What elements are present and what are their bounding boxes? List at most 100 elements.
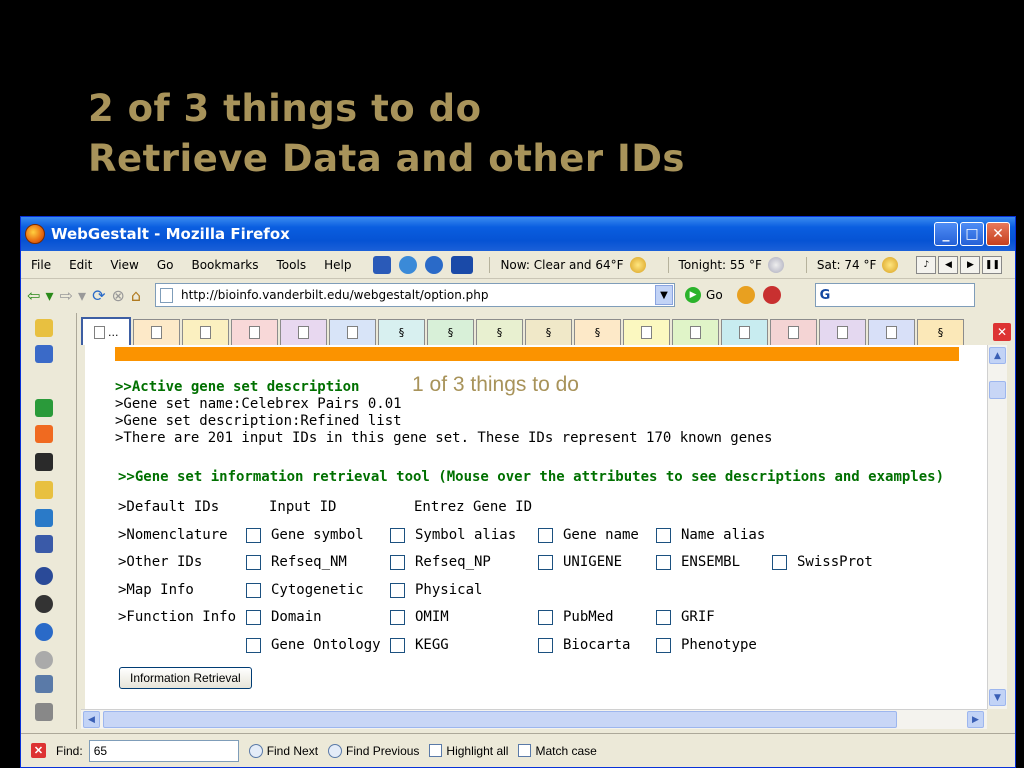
google-search-box[interactable]: G — [814, 283, 975, 307]
network-icon[interactable] — [425, 255, 444, 274]
close-button[interactable]: ✕ — [986, 222, 1010, 246]
kegg-option[interactable]: KEGG — [390, 637, 449, 653]
checkbox[interactable] — [538, 609, 553, 625]
domain-option[interactable]: Domain — [246, 609, 322, 625]
tab[interactable]: § — [574, 319, 621, 345]
name-alias-option[interactable]: Name alias — [656, 527, 765, 543]
book-icon[interactable] — [35, 675, 53, 693]
symbol-alias-option[interactable]: Symbol alias — [390, 527, 516, 543]
info-icon[interactable] — [35, 623, 53, 641]
checkbox[interactable] — [246, 582, 261, 598]
checkbox[interactable] — [246, 637, 261, 653]
scroll-thumb[interactable] — [989, 381, 1006, 399]
tab[interactable]: § — [476, 319, 523, 345]
horizontal-scrollbar[interactable]: ◀ ▶ — [81, 709, 987, 729]
go-button[interactable]: ▶ Go — [685, 287, 723, 303]
menu-tools[interactable]: Tools — [277, 258, 307, 272]
ensembl-option[interactable]: ENSEMBL — [656, 554, 740, 570]
physical-option[interactable]: Physical — [390, 582, 482, 598]
scroll-right-icon[interactable]: ▶ — [967, 711, 984, 728]
refseq-nm-option[interactable]: Refseq_NM — [246, 554, 347, 570]
unigene-option[interactable]: UNIGENE — [538, 554, 622, 570]
tab[interactable] — [231, 319, 278, 345]
horizontal-scroll-thumb[interactable] — [103, 711, 897, 728]
checkbox[interactable] — [390, 582, 405, 598]
reload-icon[interactable]: ⟳ — [92, 286, 105, 305]
tab[interactable] — [329, 319, 376, 345]
tab[interactable]: § — [917, 319, 964, 345]
scroll-down-icon[interactable]: ▼ — [989, 689, 1006, 706]
weather-tonight[interactable]: Tonight: 55 °F — [667, 256, 794, 273]
skype-icon[interactable] — [35, 509, 53, 527]
menu-bookmarks[interactable]: Bookmarks — [191, 258, 258, 272]
home-icon[interactable]: ⌂ — [131, 286, 141, 305]
window-icon[interactable] — [35, 535, 53, 553]
weather-now[interactable]: Now: Clear and 64°F — [489, 256, 655, 273]
eraser-icon[interactable] — [35, 703, 53, 721]
tab[interactable] — [868, 319, 915, 345]
url-dropdown-icon[interactable]: ▼ — [655, 285, 674, 305]
menu-go[interactable]: Go — [157, 258, 174, 272]
checkbox[interactable] — [246, 527, 261, 543]
play-icon[interactable]: ▶ — [960, 255, 981, 274]
scroll-left-icon[interactable]: ◀ — [83, 711, 100, 728]
match-case-option[interactable]: Match case — [518, 744, 597, 758]
tab[interactable] — [672, 319, 719, 345]
wrench-icon[interactable] — [373, 255, 392, 274]
g-icon[interactable] — [35, 453, 53, 471]
gene-ontology-option[interactable]: Gene Ontology — [246, 637, 381, 653]
home-folder-icon[interactable] — [35, 319, 53, 337]
menu-file[interactable]: File — [31, 258, 51, 272]
find-previous-button[interactable]: Find Previous — [328, 743, 419, 758]
checkbox[interactable] — [246, 554, 261, 570]
globe-icon[interactable] — [399, 255, 418, 274]
gene-symbol-option[interactable]: Gene symbol — [246, 527, 364, 543]
forward-arrow-icon[interactable]: ⇨ ▾ — [60, 286, 87, 305]
tab[interactable] — [133, 319, 180, 345]
magnifier-icon[interactable] — [762, 286, 781, 304]
emoticon-icon[interactable] — [35, 481, 53, 499]
music-icon[interactable]: ♪ — [916, 255, 937, 274]
gene-name-option[interactable]: Gene name — [538, 527, 639, 543]
sidebar-toggle-icon[interactable] — [35, 345, 53, 363]
grif-option[interactable]: GRIF — [656, 609, 715, 625]
tab[interactable] — [770, 319, 817, 345]
back-arrow-icon[interactable]: ⇦ ▾ — [27, 286, 54, 305]
tab[interactable] — [182, 319, 229, 345]
minimize-button[interactable]: _ — [934, 222, 958, 246]
pubmed-option[interactable]: PubMed — [538, 609, 614, 625]
tab[interactable]: § — [427, 319, 474, 345]
checkbox[interactable] — [390, 554, 405, 570]
aim-icon[interactable] — [35, 567, 53, 585]
find-next-button[interactable]: Find Next — [248, 743, 318, 758]
tab[interactable]: § — [378, 319, 425, 345]
prev-icon[interactable]: ◀ — [938, 255, 959, 274]
find-input[interactable]: 65 — [88, 739, 239, 762]
biocarta-option[interactable]: Biocarta — [538, 637, 630, 653]
connect-icon[interactable] — [35, 399, 53, 417]
omim-option[interactable]: OMIM — [390, 609, 449, 625]
swirl-icon[interactable] — [736, 286, 755, 304]
scroll-up-icon[interactable]: ▲ — [989, 347, 1006, 364]
checkbox[interactable] — [656, 637, 671, 653]
stop-icon[interactable]: ⊗ — [111, 286, 124, 305]
close-find-bar-icon[interactable]: ✕ — [31, 743, 46, 758]
highlight-all-button[interactable]: Highlight all — [429, 744, 508, 758]
menu-edit[interactable]: Edit — [69, 258, 92, 272]
checkbox[interactable] — [538, 637, 553, 653]
tab-active[interactable]: ... — [81, 317, 131, 345]
checkbox[interactable] — [656, 527, 671, 543]
checkbox[interactable] — [656, 554, 671, 570]
cytogenetic-option[interactable]: Cytogenetic — [246, 582, 364, 598]
weather-sat[interactable]: Sat: 74 °F — [805, 256, 909, 273]
checkbox[interactable] — [538, 554, 553, 570]
video-icon[interactable] — [451, 255, 474, 274]
checkbox[interactable] — [390, 527, 405, 543]
tab[interactable] — [819, 319, 866, 345]
paw-icon[interactable] — [35, 595, 53, 613]
maximize-button[interactable]: □ — [960, 222, 984, 246]
tab[interactable] — [280, 319, 327, 345]
checkbox[interactable] — [538, 527, 553, 543]
settings-gear-icon[interactable] — [35, 651, 53, 669]
refseq-np-option[interactable]: Refseq_NP — [390, 554, 491, 570]
